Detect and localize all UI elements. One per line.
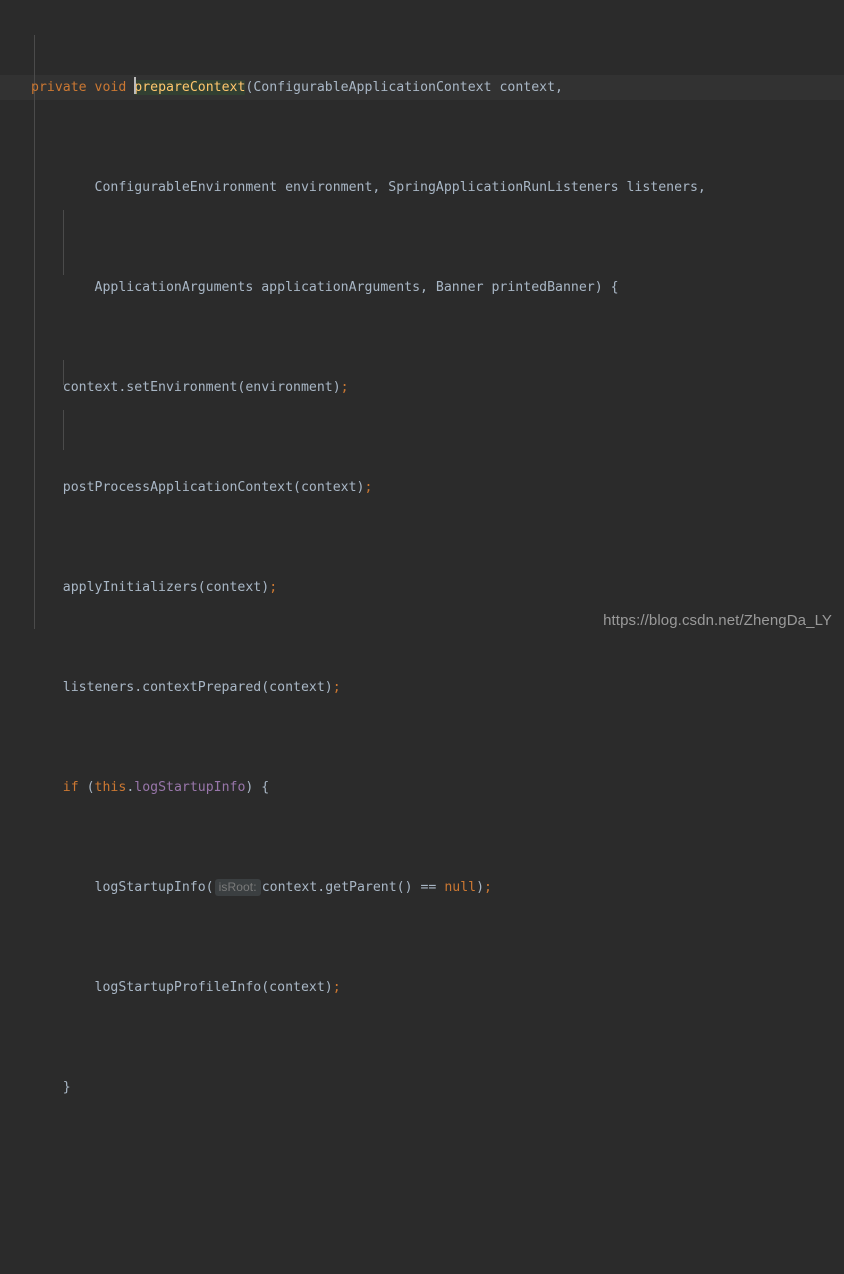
code-line[interactable]: context.setEnvironment(environment); [0, 375, 844, 400]
inlay-hint-is-root[interactable]: isRoot: [214, 879, 261, 896]
keyword-private: private [31, 80, 87, 95]
code-line[interactable]: ApplicationArguments applicationArgument… [0, 275, 844, 300]
watermark-url: https://blog.csdn.net/ZhengDa_LY [603, 612, 832, 629]
code-line[interactable]: postProcessApplicationContext(context); [0, 475, 844, 500]
code-content[interactable]: private void prepareContext(Configurable… [0, 0, 844, 1095]
code-line[interactable]: private void prepareContext(Configurable… [0, 75, 844, 100]
indent-guide-level-2a [63, 210, 64, 275]
code-editor[interactable]: private void prepareContext(Configurable… [0, 0, 844, 1095]
code-line[interactable]: ConfigurableEnvironment environment, Spr… [0, 175, 844, 200]
keyword-null: null [444, 880, 477, 895]
indent-guide-level-1 [34, 35, 35, 629]
keyword-if: if [62, 780, 79, 795]
keyword-void: void [94, 80, 127, 95]
code-line[interactable]: if (this.logStartupInfo) { [0, 775, 844, 800]
code-line[interactable]: logStartupProfileInfo(context); [0, 975, 844, 1000]
text-caret [134, 77, 137, 94]
code-line[interactable]: logStartupInfo(isRoot: context.getParent(… [0, 875, 844, 900]
method-name-prepare-context[interactable]: prepareContext [134, 80, 246, 95]
keyword-this: this [94, 780, 127, 795]
code-line-blank[interactable] [0, 1175, 844, 1200]
code-line[interactable]: listeners.contextPrepared(context); [0, 675, 844, 700]
code-line[interactable]: } [0, 1075, 844, 1100]
indent-guide-level-2c [63, 410, 64, 450]
code-line[interactable]: applyInitializers(context); [0, 575, 844, 600]
field-log-startup-info: logStartupInfo [134, 780, 246, 795]
